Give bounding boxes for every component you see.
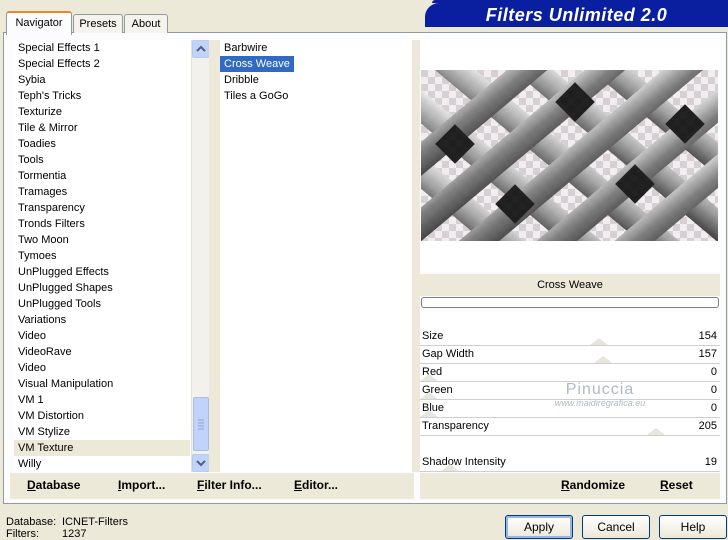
watermark-url: www.maidiregrafica.eu (554, 398, 646, 408)
param-value: 0 (710, 402, 717, 414)
category-item[interactable]: Tools (14, 152, 190, 168)
filter-item[interactable]: Dribble (220, 72, 259, 88)
reset-button[interactable]: Reset (660, 478, 693, 492)
category-item[interactable]: Tormentia (14, 168, 190, 184)
category-item[interactable]: Toadies (14, 136, 190, 152)
slider-knob[interactable] (594, 356, 612, 363)
category-item[interactable]: VM 1 (14, 392, 190, 408)
category-item[interactable]: UnPlugged Shapes (14, 280, 190, 296)
slider-track[interactable] (420, 471, 720, 472)
slider-knob[interactable] (647, 428, 665, 435)
param-slider[interactable]: Shadow Intensity 19 (420, 454, 720, 472)
tab-presets[interactable]: Presets (73, 14, 123, 33)
category-item[interactable]: Transparency (14, 200, 190, 216)
category-item[interactable]: Special Effects 1 (14, 40, 190, 56)
app-banner: Filters Unlimited 2.0 (425, 3, 728, 27)
tab-about[interactable]: About (124, 14, 168, 33)
param-slider[interactable]: Transparency 205 (420, 418, 720, 436)
param-value: 19 (704, 456, 717, 468)
watermark-name: Pinuccia (565, 381, 635, 398)
list-divider (209, 40, 220, 472)
grip-icon (198, 419, 204, 430)
status-filters-value: 1237 (62, 528, 87, 540)
editor-button[interactable]: Editor... (294, 478, 338, 492)
category-item[interactable]: Sybia (14, 72, 190, 88)
category-item[interactable]: Video (14, 328, 190, 344)
status-database-value: ICNET-Filters (62, 516, 128, 528)
filter-name-label: Cross Weave (420, 274, 720, 296)
param-value: 154 (698, 330, 717, 342)
slider-knob[interactable] (590, 338, 608, 345)
category-item[interactable]: VM Distortion (14, 408, 190, 424)
category-item[interactable]: UnPlugged Tools (14, 296, 190, 312)
slider-knob[interactable] (441, 464, 459, 471)
category-item[interactable]: VM Stylize (14, 424, 190, 440)
category-item[interactable]: Video (14, 360, 190, 376)
param-value: 205 (698, 420, 717, 432)
watermark: Pinuccia www.maidiregrafica.eu (540, 381, 660, 408)
list-divider-2 (412, 40, 420, 472)
category-item[interactable]: VM Texture (14, 440, 190, 456)
scroll-thumb[interactable] (193, 397, 209, 451)
cancel-button[interactable]: Cancel (582, 515, 650, 539)
filter-info-button[interactable]: Filter Info... (197, 478, 262, 492)
filter-item[interactable]: Tiles a GoGo (220, 88, 288, 104)
category-item[interactable]: Tronds Filters (14, 216, 190, 232)
param-value: 0 (710, 366, 717, 378)
category-scrollbar[interactable] (191, 40, 210, 472)
help-button[interactable]: Help (659, 515, 727, 539)
scroll-down-button[interactable] (192, 454, 210, 472)
category-item[interactable]: Texturize (14, 104, 190, 120)
filter-item[interactable]: Barbwire (220, 40, 267, 56)
tab-navigator[interactable]: Navigator (6, 11, 72, 35)
category-item[interactable]: UnPlugged Effects (14, 264, 190, 280)
slider-knob[interactable] (420, 410, 438, 417)
param-label: Size (422, 330, 444, 342)
chevron-up-icon (196, 45, 206, 52)
category-item[interactable]: Tile & Mirror (14, 120, 190, 136)
chevron-down-icon (196, 460, 206, 467)
filter-list[interactable]: Barbwire Cross Weave Dribble Tiles a GoGo (220, 40, 412, 472)
progress-bar (421, 297, 719, 308)
category-list[interactable]: Special Effects 1 Special Effects 2 Sybia T… (14, 40, 190, 472)
randomize-button[interactable]: Randomize (561, 478, 625, 492)
slider-track[interactable] (420, 435, 720, 436)
param-slider[interactable]: Gap Width 157 (420, 346, 720, 364)
category-item[interactable]: Tymoes (14, 248, 190, 264)
param-label: Gap Width (422, 348, 474, 360)
category-item[interactable]: Tramages (14, 184, 190, 200)
category-item[interactable]: Visual Manipulation (14, 376, 190, 392)
preview-image[interactable] (421, 70, 718, 241)
status-database-label: Database: (6, 516, 57, 528)
category-item[interactable]: Two Moon (14, 232, 190, 248)
category-item[interactable]: Teph's Tricks (14, 88, 190, 104)
category-item[interactable]: VideoRave (14, 344, 190, 360)
app-title: Filters Unlimited 2.0 (485, 5, 668, 25)
scroll-up-button[interactable] (192, 40, 210, 58)
param-slider[interactable]: Red 0 (420, 364, 720, 382)
param-label: Transparency (422, 420, 489, 432)
cross-weave-preview (421, 70, 718, 241)
slider-knob[interactable] (420, 374, 438, 381)
param-value: 157 (698, 348, 717, 360)
param-label: Shadow Intensity (422, 456, 506, 468)
slider-knob[interactable] (420, 392, 438, 399)
database-button[interactable]: Database (27, 478, 80, 492)
status-filters-label: Filters: (6, 528, 39, 540)
filter-item[interactable]: Cross Weave (220, 56, 294, 72)
apply-button[interactable]: Apply (505, 515, 573, 539)
category-item[interactable]: Special Effects 2 (14, 56, 190, 72)
category-item[interactable]: Willy (14, 456, 190, 472)
param-slider[interactable]: Size 154 (420, 328, 720, 346)
category-item[interactable]: Variations (14, 312, 190, 328)
param-value: 0 (710, 384, 717, 396)
import-button[interactable]: Import... (118, 478, 165, 492)
